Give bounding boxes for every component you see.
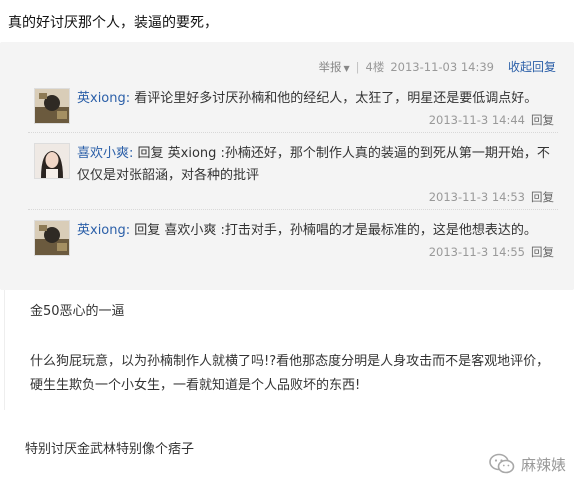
comment-text: 特别讨厌金武林特别像个痞子 <box>25 442 195 457</box>
post-text: 真的好讨厌那个人，装逼的要死， <box>8 15 218 31</box>
comment-text: 什么狗屁玩意，以为孙楠制作人就横了吗!?看他那态度分明是人身攻击而不是客观地评价… <box>30 354 550 393</box>
reply-content: 看评论里好多讨厌孙楠和他的经纪人，太狂了，明星还是要低调点好。 <box>134 91 538 106</box>
reply-footer: 2013-11-3 14:55 回复 <box>28 242 558 264</box>
reply-body: 英xiong: 回复 喜欢小爽 :打击对手，孙楠唱的才是最标准的，这是他想表达的… <box>77 210 558 242</box>
reply-button[interactable]: 回复 <box>531 245 554 259</box>
watermark: 麻辣婊 <box>489 453 566 475</box>
reply-body: 英xiong: 看评论里好多讨厌孙楠和他的经纪人，太狂了，明星还是要低调点好。 <box>77 78 558 110</box>
reply-list: 英xiong: 看评论里好多讨厌孙楠和他的经纪人，太狂了，明星还是要低调点好。 … <box>28 78 558 264</box>
report-label: 举报 <box>318 59 342 74</box>
reply-content: 回复 喜欢小爽 :打击对手，孙楠唱的才是最标准的，这是他想表达的。 <box>134 223 537 238</box>
reply-footer: 2013-11-3 14:53 回复 <box>28 187 558 209</box>
reply-item: 英xiong: 回复 喜欢小爽 :打击对手，孙楠唱的才是最标准的，这是他想表达的… <box>28 210 558 264</box>
comment-text: 金50恶心的一逼 <box>30 304 125 319</box>
meta-separator: | <box>355 59 360 74</box>
reply-username[interactable]: 英xiong: <box>77 91 130 106</box>
watermark-text: 麻辣婊 <box>520 455 566 474</box>
wechat-icon <box>489 453 515 475</box>
reply-body: 喜欢小爽: 回复 英xiong :孙楠还好，那个制作人真的装逼的到死从第一期开始… <box>77 133 558 187</box>
reply-footer: 2013-11-3 14:44 回复 <box>28 110 558 132</box>
reply-username[interactable]: 英xiong: <box>77 223 130 238</box>
comment-timestamp: 2013-11-03 14:39 <box>390 59 494 74</box>
reply-item: 喜欢小爽: 回复 英xiong :孙楠还好，那个制作人真的装逼的到死从第一期开始… <box>28 133 558 210</box>
divider <box>4 290 5 410</box>
floor-number: 4楼 <box>365 59 385 74</box>
reply-time: 2013-11-3 14:53 <box>428 190 525 204</box>
reply-username[interactable]: 喜欢小爽: <box>77 146 133 161</box>
reply-time: 2013-11-3 14:44 <box>428 113 525 127</box>
collapse-replies-button[interactable]: 收起回复 <box>508 58 556 75</box>
avatar-girl-icon[interactable] <box>34 143 70 179</box>
reply-content: 回复 英xiong :孙楠还好，那个制作人真的装逼的到死从第一期开始，不仅仅是对… <box>77 146 550 183</box>
reply-time: 2013-11-3 14:55 <box>428 245 525 259</box>
reply-button[interactable]: 回复 <box>531 113 554 127</box>
report-button[interactable]: 举报 ▼ <box>318 59 349 75</box>
comment-meta-bar: 举报 ▼ | 4楼 2013-11-03 14:39 收起回复 <box>318 58 556 75</box>
avatar-dark-icon[interactable] <box>34 88 70 124</box>
avatar-dark-icon[interactable] <box>34 220 70 256</box>
reply-button[interactable]: 回复 <box>531 190 554 204</box>
reply-item: 英xiong: 看评论里好多讨厌孙楠和他的经纪人，太狂了，明星还是要低调点好。 … <box>28 78 558 133</box>
chevron-down-icon: ▼ <box>343 63 350 73</box>
